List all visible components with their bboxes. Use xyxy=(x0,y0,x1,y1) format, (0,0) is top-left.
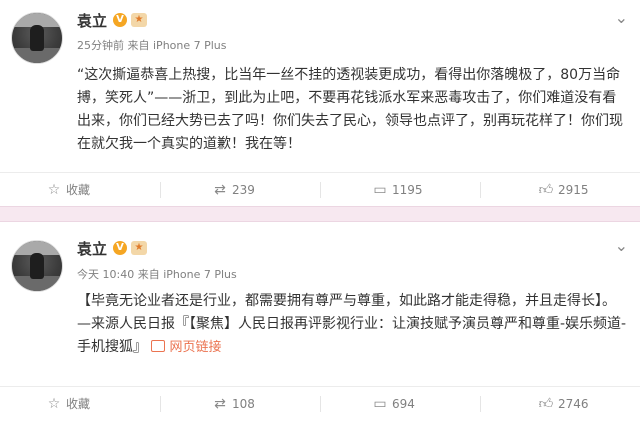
action-bar: ☆ 收藏 ⇄ 108 ▭ 694 👍︎ 2746 xyxy=(0,386,640,421)
repost-button[interactable]: ⇄ 239 xyxy=(212,173,255,207)
thumbs-up-icon: 👍︎ xyxy=(538,182,554,198)
divider xyxy=(480,396,481,412)
divider xyxy=(160,396,161,412)
verified-badge-icon: V xyxy=(113,241,127,255)
author-name[interactable]: 袁立 xyxy=(77,10,107,31)
member-badge-icon: ★ xyxy=(131,13,147,27)
divider xyxy=(480,182,481,198)
action-bar: ☆ 收藏 ⇄ 239 ▭ 1195 👍︎ 2915 xyxy=(0,172,640,207)
like-count: 2746 xyxy=(558,397,589,411)
weibo-post-1: 袁立 V ★ 25分钟前 来自 iPhone 7 Plus ⌄ “这次撕逼恭喜上… xyxy=(0,0,640,206)
post-time[interactable]: 25分钟前 xyxy=(77,39,124,52)
comment-icon: ▭ xyxy=(373,182,387,198)
repost-icon: ⇄ xyxy=(214,182,226,198)
avatar[interactable] xyxy=(11,240,63,292)
divider xyxy=(320,396,321,412)
comment-button[interactable]: ▭ 1195 xyxy=(372,173,423,207)
like-button[interactable]: 👍︎ 2746 xyxy=(538,387,589,421)
author-name[interactable]: 袁立 xyxy=(77,238,107,259)
device-name[interactable]: iPhone 7 Plus xyxy=(153,39,227,52)
repost-button[interactable]: ⇄ 108 xyxy=(212,387,255,421)
favorite-label: 收藏 xyxy=(66,397,91,411)
like-button[interactable]: 👍︎ 2915 xyxy=(538,173,589,207)
post-meta: 今天 10:40 来自 iPhone 7 Plus xyxy=(77,266,237,282)
divider xyxy=(160,182,161,198)
comment-count: 694 xyxy=(392,397,415,411)
favorite-button[interactable]: ☆ 收藏 xyxy=(46,387,90,421)
source-prefix: 来自 xyxy=(137,268,160,281)
comment-icon: ▭ xyxy=(373,396,387,412)
avatar[interactable] xyxy=(11,12,63,64)
link-icon xyxy=(151,340,166,352)
chevron-down-icon[interactable]: ⌄ xyxy=(615,8,628,27)
chevron-down-icon[interactable]: ⌄ xyxy=(615,236,628,255)
post-text: “这次撕逼恭喜上热搜，比当年一丝不挂的透视装更成功，看得出你落魄极了，80万当命… xyxy=(77,67,623,152)
device-name[interactable]: iPhone 7 Plus xyxy=(163,268,237,281)
favorite-label: 收藏 xyxy=(66,183,91,197)
repost-icon: ⇄ xyxy=(214,396,226,412)
like-count: 2915 xyxy=(558,183,589,197)
post-time[interactable]: 今天 10:40 xyxy=(77,268,134,281)
feed-divider xyxy=(0,206,640,222)
comment-count: 1195 xyxy=(392,183,423,197)
star-icon: ☆ xyxy=(47,396,61,412)
repost-count: 108 xyxy=(232,397,255,411)
source-prefix: 来自 xyxy=(127,39,150,52)
web-link-label: 网页链接 xyxy=(169,340,222,355)
member-badge-icon: ★ xyxy=(131,241,147,255)
divider xyxy=(320,182,321,198)
thumbs-up-icon: 👍︎ xyxy=(538,396,554,412)
star-icon: ☆ xyxy=(47,182,61,198)
repost-count: 239 xyxy=(232,183,255,197)
comment-button[interactable]: ▭ 694 xyxy=(372,387,415,421)
web-link[interactable]: 网页链接 xyxy=(151,340,221,355)
post-meta: 25分钟前 来自 iPhone 7 Plus xyxy=(77,37,227,53)
post-text: 【毕竟无论业者还是行业，都需要拥有尊严与尊重，如此路才能走得稳，并且走得长】。—… xyxy=(77,290,627,359)
weibo-post-2: 袁立 V ★ 今天 10:40 来自 iPhone 7 Plus ⌄ 【毕竟无论… xyxy=(0,222,640,420)
favorite-button[interactable]: ☆ 收藏 xyxy=(46,173,90,207)
verified-badge-icon: V xyxy=(113,13,127,27)
